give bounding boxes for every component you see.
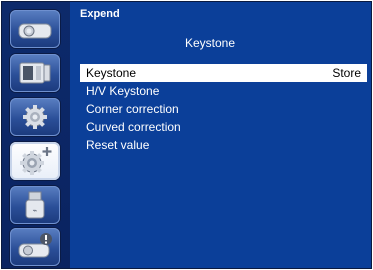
menu-item-corner-correction[interactable]: Corner correction — [80, 100, 367, 118]
menu-item-label: Corner correction — [86, 102, 179, 116]
sidebar-settings[interactable] — [10, 98, 60, 136]
display-input-icon — [19, 62, 51, 84]
menu-list: Keystone Store H/V Keystone Corner corre… — [80, 64, 367, 154]
usb-icon: ⌁ — [25, 191, 45, 219]
sidebar-info[interactable] — [10, 228, 60, 266]
osd-menu-window: ⌁ Expend Keystone Keystone Store H/V Key… — [1, 1, 372, 269]
menu-item-reset-value[interactable]: Reset value — [80, 136, 367, 154]
sidebar-input[interactable] — [10, 54, 60, 92]
svg-text:⌁: ⌁ — [33, 206, 38, 215]
menu-item-hv-keystone[interactable]: H/V Keystone — [80, 82, 367, 100]
menu-item-label: Reset value — [86, 138, 150, 152]
settings-gear-icon — [23, 105, 47, 129]
sidebar-usb[interactable]: ⌁ — [10, 186, 60, 224]
sidebar-expend[interactable] — [10, 142, 60, 180]
menu-item-label: Curved correction — [86, 120, 181, 134]
expand-settings-icon — [20, 147, 52, 175]
menu-item-value: Store — [332, 66, 361, 80]
menu-item-label: Keystone — [86, 66, 137, 80]
main-panel: Expend Keystone Keystone Store H/V Keyst… — [70, 2, 371, 268]
menu-item-curved-correction[interactable]: Curved correction — [80, 118, 367, 136]
sidebar-projector[interactable] — [10, 10, 60, 48]
menu-item-keystone[interactable]: Keystone Store — [80, 64, 367, 82]
sidebar: ⌁ — [2, 2, 70, 268]
submenu-title: Keystone — [184, 36, 236, 50]
info-projector-icon — [18, 233, 52, 258]
panel-title: Expend — [80, 8, 120, 20]
menu-item-label: H/V Keystone — [86, 84, 160, 98]
projector-icon — [18, 23, 52, 39]
